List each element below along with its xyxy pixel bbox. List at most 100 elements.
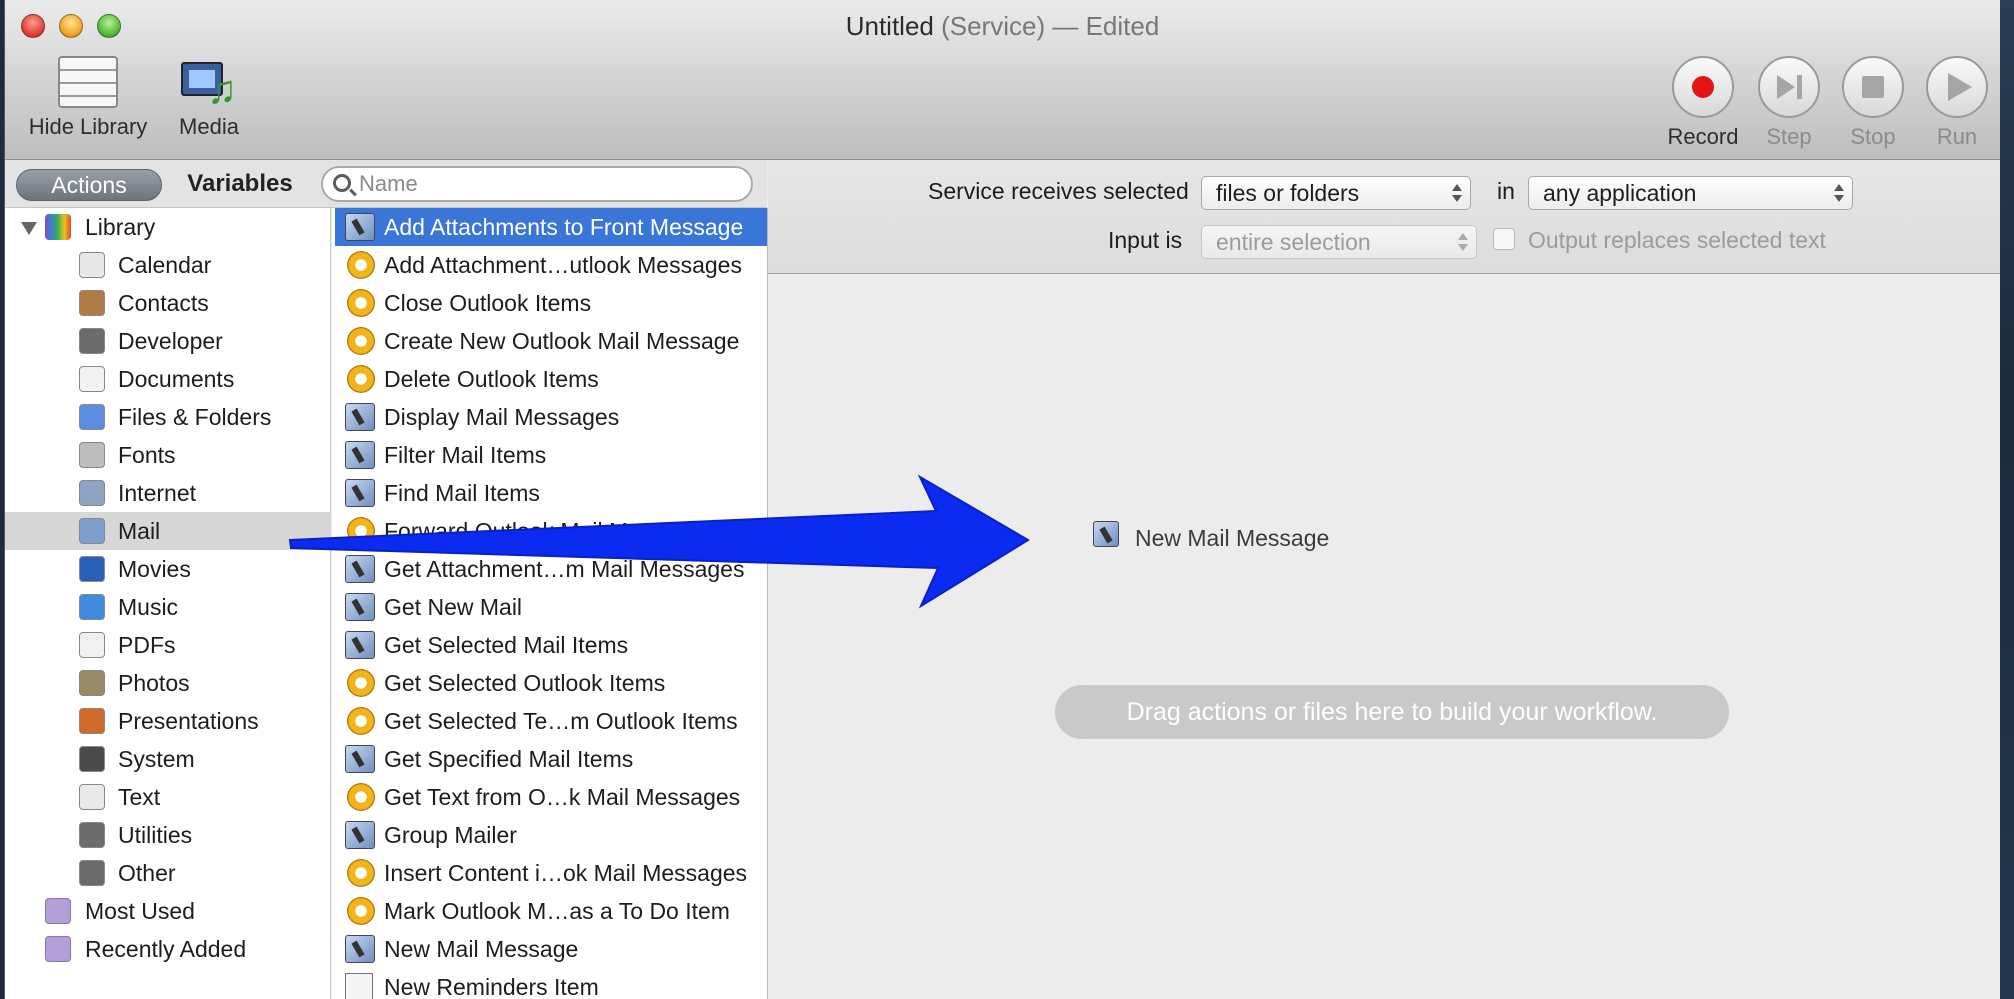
category-other[interactable]: Other — [5, 854, 331, 892]
music-icon — [79, 594, 105, 620]
action-item[interactable]: Add Attachment…utlook Messages — [335, 246, 767, 284]
category-pdfs[interactable]: PDFs — [5, 626, 331, 664]
mail-icon — [345, 631, 375, 659]
application-popup[interactable]: any application — [1528, 176, 1853, 210]
action-item[interactable]: Add Attachments to Front Message — [335, 208, 767, 246]
smart-group-recently-added[interactable]: Recently Added — [5, 930, 331, 968]
category-label: Developer — [118, 328, 223, 354]
category-documents[interactable]: Documents — [5, 360, 331, 398]
category-mail[interactable]: Mail — [5, 512, 331, 550]
category-text[interactable]: Text — [5, 778, 331, 816]
action-label: Insert Content i…ok Mail Messages — [384, 860, 748, 886]
in-label: in — [1497, 178, 1515, 204]
step-icon — [1776, 75, 1802, 99]
workflow-canvas[interactable]: New Mail Message Drag actions or files h… — [768, 275, 2000, 999]
category-music[interactable]: Music — [5, 588, 331, 626]
action-item[interactable]: Insert Content i…ok Mail Messages — [335, 854, 767, 892]
mail-icon — [345, 555, 375, 583]
action-item[interactable]: Display Mail Messages — [335, 398, 767, 436]
search-input[interactable] — [359, 170, 739, 198]
action-item[interactable]: Create New Outlook Mail Message — [335, 322, 767, 360]
action-label: New Mail Message — [384, 936, 579, 962]
popup-arrows-icon — [1452, 183, 1462, 203]
action-item[interactable]: Close Outlook Items — [335, 284, 767, 322]
action-item[interactable]: New Mail Message — [335, 930, 767, 968]
dragged-action-label: New Mail Message — [1135, 525, 1330, 551]
category-system[interactable]: System — [5, 740, 331, 778]
category-presentations[interactable]: Presentations — [5, 702, 331, 740]
category-files-folders[interactable]: Files & Folders — [5, 398, 331, 436]
pdfs-icon — [79, 632, 105, 658]
system-icon — [79, 746, 105, 772]
smart-group-most-used[interactable]: Most Used — [5, 892, 331, 930]
action-item[interactable]: Filter Mail Items — [335, 436, 767, 474]
action-label: Get Specified Mail Items — [384, 746, 634, 772]
category-utilities[interactable]: Utilities — [5, 816, 331, 854]
input-selection-popup[interactable]: entire selection — [1201, 225, 1477, 259]
input-type-popup[interactable]: files or folders — [1201, 176, 1471, 210]
category-photos[interactable]: Photos — [5, 664, 331, 702]
step-button[interactable]: Step — [1749, 56, 1829, 150]
action-item[interactable]: Get Text from O…k Mail Messages — [335, 778, 767, 816]
actions-tab[interactable]: Actions — [16, 169, 162, 201]
internet-icon — [79, 480, 105, 506]
action-item[interactable]: Delete Outlook Items — [335, 360, 767, 398]
media-button[interactable]: ♫ Media — [169, 56, 249, 140]
mail-icon — [345, 441, 375, 469]
action-label: Group Mailer — [384, 822, 517, 848]
stop-button[interactable]: Stop — [1833, 56, 1913, 150]
action-item[interactable]: Get Selected Mail Items — [335, 626, 767, 664]
action-label: Display Mail Messages — [384, 404, 620, 430]
mail-icon — [345, 821, 375, 849]
play-icon — [1948, 73, 1972, 101]
smart-folder-icon — [45, 898, 71, 924]
outlook-icon — [347, 365, 375, 393]
window-title-type: (Service) — [941, 11, 1046, 41]
category-label: Presentations — [118, 708, 259, 734]
action-item[interactable]: Find Mail Items — [335, 474, 767, 512]
outlook-icon — [347, 669, 375, 697]
automator-window: Untitled (Service) — Edited Hide Library… — [4, 0, 2000, 999]
action-label: Get Selected Outlook Items — [384, 670, 666, 696]
output-replaces-checkbox[interactable] — [1493, 228, 1515, 250]
action-item[interactable]: Get Attachment…m Mail Messages — [335, 550, 767, 588]
variables-tab[interactable]: Variables — [175, 169, 305, 201]
run-button[interactable]: Run — [1917, 56, 1997, 150]
action-item[interactable]: Mark Outlook M…as a To Do Item — [335, 892, 767, 930]
popup-arrows-icon — [1458, 232, 1468, 252]
category-internet[interactable]: Internet — [5, 474, 331, 512]
mail-icon — [79, 518, 105, 544]
smart-group-label: Most Used — [85, 898, 195, 924]
action-item[interactable]: New Reminders Item — [335, 968, 767, 999]
category-calendar[interactable]: Calendar — [5, 246, 331, 284]
category-fonts[interactable]: Fonts — [5, 436, 331, 474]
category-label: Utilities — [118, 822, 193, 848]
hide-library-label: Hide Library — [28, 114, 148, 139]
category-movies[interactable]: Movies — [5, 550, 331, 588]
note-icon — [345, 973, 373, 999]
action-item[interactable]: Get Specified Mail Items — [335, 740, 767, 778]
category-label: Internet — [118, 480, 196, 506]
action-item[interactable]: Get Selected Outlook Items — [335, 664, 767, 702]
category-developer[interactable]: Developer — [5, 322, 331, 360]
action-item[interactable]: Get New Mail — [335, 588, 767, 626]
action-label: Get Selected Mail Items — [384, 632, 629, 658]
action-item[interactable]: Group Mailer — [335, 816, 767, 854]
fonts-icon — [79, 442, 105, 468]
action-item[interactable]: Get Selected Te…m Outlook Items — [335, 702, 767, 740]
disclosure-triangle-icon[interactable] — [21, 222, 37, 235]
category-label: Calendar — [118, 252, 212, 278]
documents-icon — [79, 366, 105, 392]
search-field[interactable] — [321, 166, 753, 202]
text-icon — [79, 784, 105, 810]
hide-library-button[interactable]: Hide Library — [23, 56, 153, 140]
photos-icon — [79, 670, 105, 696]
library-root[interactable]: Library — [5, 208, 331, 246]
record-button[interactable]: Record — [1663, 56, 1743, 150]
action-label: Find Mail Items — [384, 480, 540, 506]
action-item[interactable]: Forward Outlook Mail Messages — [335, 512, 767, 550]
action-label: New Reminders Item — [384, 974, 599, 999]
mail-icon — [1093, 521, 1119, 547]
category-contacts[interactable]: Contacts — [5, 284, 331, 322]
files-folders-icon — [79, 404, 105, 430]
